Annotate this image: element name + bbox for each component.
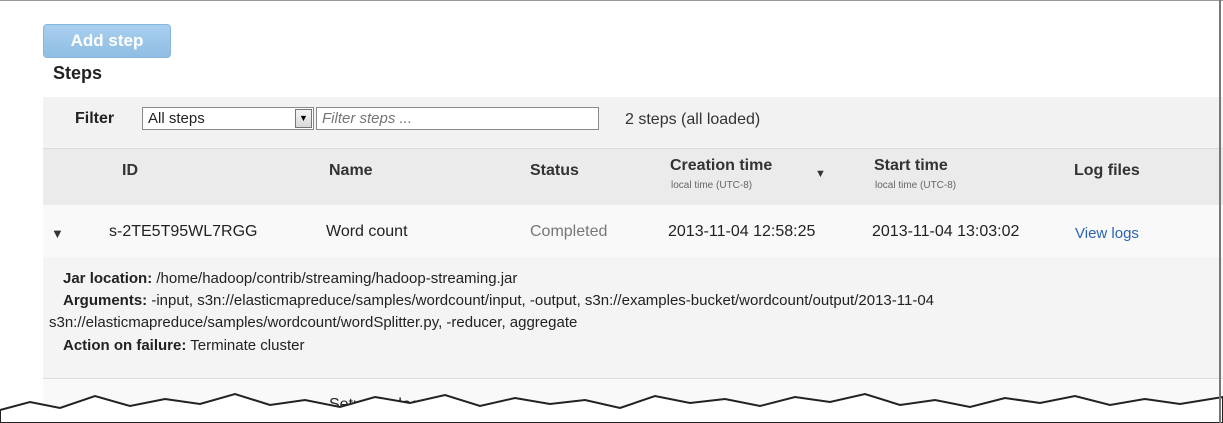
sort-descending-icon[interactable]: ▼ xyxy=(815,168,826,180)
table-header xyxy=(43,148,1223,205)
arguments-value: -input, s3n://elasticmapreduce/samples/w… xyxy=(151,292,935,309)
column-header-creation-time[interactable]: Creation time xyxy=(670,157,772,175)
jar-location: Jar location: /home/hadoop/contrib/strea… xyxy=(63,270,517,287)
column-header-id: ID xyxy=(122,162,138,179)
action-on-failure: Action on failure: Terminate cluster xyxy=(63,337,304,354)
step-start-time: 2013-11-04 13:03:02 xyxy=(872,223,1020,240)
step-id: s-2TE5T95WL7RGG xyxy=(109,223,258,240)
action-on-failure-value: Terminate cluster xyxy=(190,337,305,354)
dropdown-arrow-icon[interactable]: ▼ xyxy=(295,109,312,128)
torn-edge xyxy=(0,392,1223,423)
add-step-button[interactable]: Add step xyxy=(43,24,171,58)
step-status: Completed xyxy=(530,223,608,240)
step-name: Word count xyxy=(326,223,408,240)
jar-location-label: Jar location: xyxy=(63,270,153,287)
filter-steps-input[interactable] xyxy=(316,107,599,130)
view-logs-link[interactable]: View logs xyxy=(1075,225,1139,242)
filter-label: Filter xyxy=(75,110,115,127)
steps-page: Add step Steps Filter All steps ▼ 2 step… xyxy=(0,0,1223,423)
arguments: Arguments: -input, s3n://elasticmapreduc… xyxy=(63,292,934,309)
steps-count: 2 steps (all loaded) xyxy=(625,111,761,128)
column-subheader-start: local time (UTC-8) xyxy=(875,180,957,191)
frame-border xyxy=(0,0,1223,1)
column-header-start-time: Start time xyxy=(874,157,948,174)
frame-border-right xyxy=(1219,0,1221,423)
arguments-label: Arguments: xyxy=(63,292,148,309)
action-on-failure-label: Action on failure: xyxy=(63,337,187,354)
column-subheader-creation: local time (UTC-8) xyxy=(671,180,753,191)
jar-location-value: /home/hadoop/contrib/streaming/hadoop-st… xyxy=(156,270,518,287)
section-title: Steps xyxy=(53,63,103,83)
arguments-continued: s3n://elasticmapreduce/samples/wordcount… xyxy=(49,314,578,331)
column-header-log-files: Log files xyxy=(1074,162,1140,179)
filter-select[interactable]: All steps ▼ xyxy=(142,107,314,130)
collapse-row-icon[interactable]: ▼ xyxy=(51,226,64,241)
step-creation-time: 2013-11-04 12:58:25 xyxy=(668,223,816,240)
filter-select-value: All steps xyxy=(148,110,205,127)
column-header-name: Name xyxy=(329,162,373,179)
column-header-status: Status xyxy=(530,162,579,179)
